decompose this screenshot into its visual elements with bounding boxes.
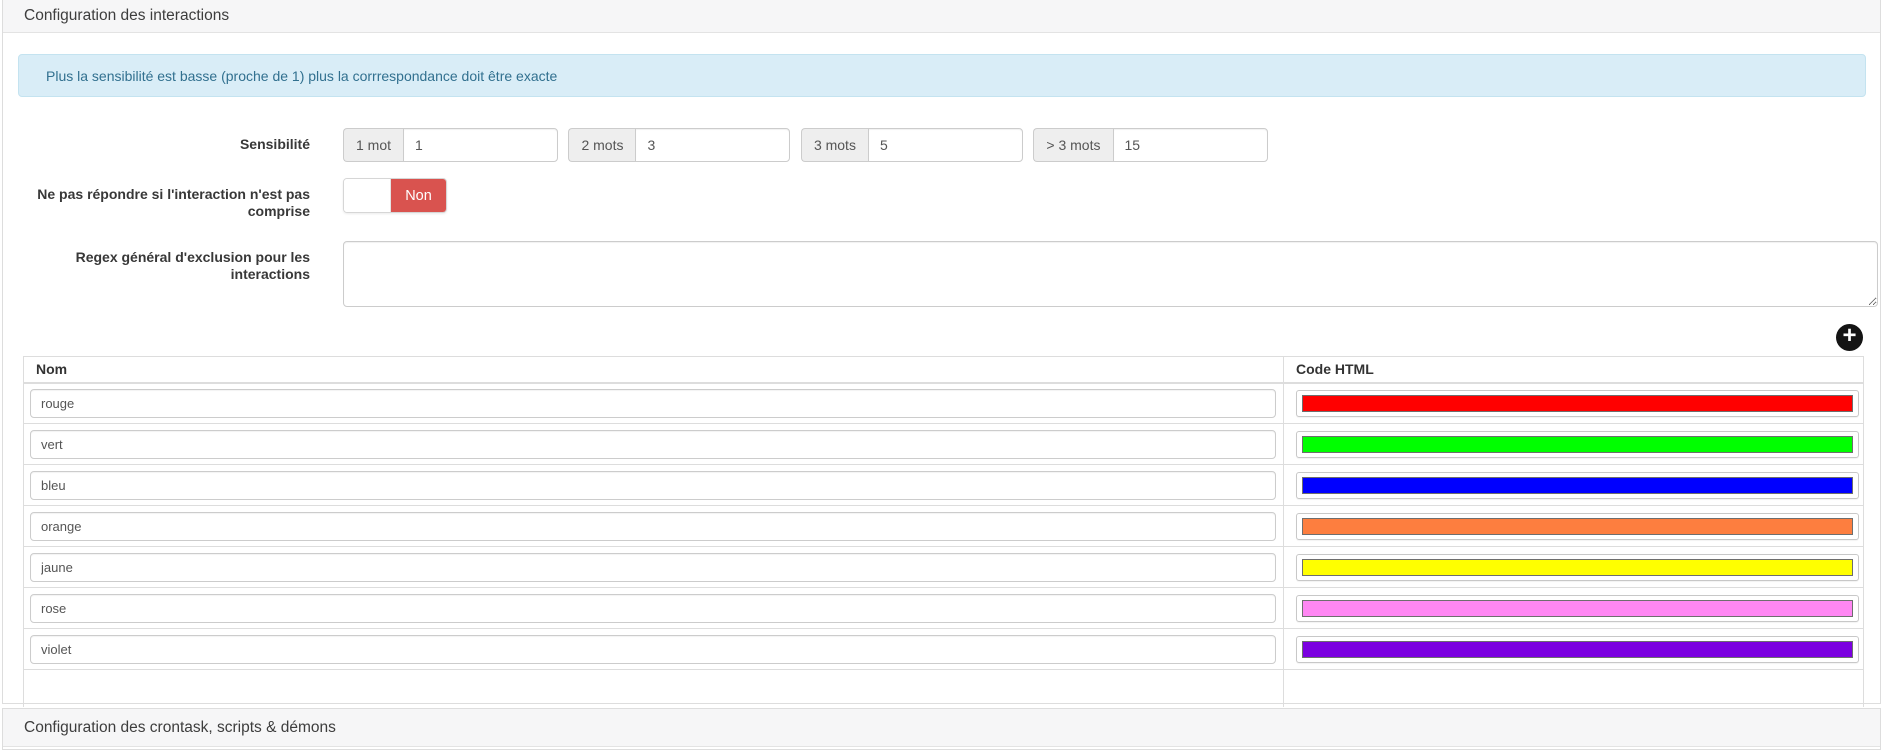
sensitivity-group-2words: 2 mots bbox=[568, 128, 790, 162]
no-reply-label: Ne pas répondre si l'interaction n'est p… bbox=[3, 178, 310, 220]
color-picker-input[interactable] bbox=[1296, 554, 1859, 581]
color-picker-input[interactable] bbox=[1296, 431, 1859, 458]
sensitivity-info-text: Plus la sensibilité est basse (proche de… bbox=[46, 68, 557, 84]
color-name-input[interactable] bbox=[30, 553, 1276, 582]
color-picker-input[interactable] bbox=[1296, 636, 1859, 663]
table-row bbox=[24, 465, 1864, 506]
table-row bbox=[24, 629, 1864, 670]
no-reply-toggle-handle bbox=[344, 179, 391, 212]
panel-crontask-title: Configuration des crontask, scripts & dé… bbox=[24, 719, 336, 737]
sensitivity-addon-2words: 2 mots bbox=[568, 128, 635, 162]
regex-textarea[interactable] bbox=[343, 241, 1878, 307]
sensitivity-input-more3words[interactable] bbox=[1113, 128, 1268, 162]
sensitivity-info-alert: Plus la sensibilité est basse (proche de… bbox=[18, 54, 1866, 97]
color-name-input[interactable] bbox=[30, 594, 1276, 623]
table-row bbox=[24, 506, 1864, 547]
no-reply-toggle-state: Non bbox=[391, 179, 446, 212]
color-name-input[interactable] bbox=[30, 635, 1276, 664]
panel-interactions-body: Plus la sensibilité est basse (proche de… bbox=[3, 33, 1880, 707]
color-swatch bbox=[1302, 641, 1853, 658]
regex-label: Regex général d'exclusion pour les inter… bbox=[3, 241, 310, 283]
color-picker-input[interactable] bbox=[1296, 513, 1859, 540]
panel-crontask-heading: Configuration des crontask, scripts & dé… bbox=[3, 709, 1880, 747]
table-row bbox=[24, 383, 1864, 424]
sensitivity-label: Sensibilité bbox=[3, 128, 310, 153]
color-swatch bbox=[1302, 559, 1853, 576]
no-reply-toggle[interactable]: Non bbox=[343, 178, 447, 213]
regex-controls bbox=[343, 241, 1880, 312]
panel-interactions: Configuration des interactions Plus la s… bbox=[2, 0, 1881, 704]
page: Configuration des interactions Plus la s… bbox=[0, 0, 1896, 750]
sensitivity-addon-more3words: > 3 mots bbox=[1033, 128, 1112, 162]
sensitivity-input-1word[interactable] bbox=[403, 128, 558, 162]
color-swatch bbox=[1302, 600, 1853, 617]
color-name-input[interactable] bbox=[30, 512, 1276, 541]
table-row bbox=[24, 424, 1864, 465]
color-swatch bbox=[1302, 395, 1853, 412]
colors-table-header-name: Nom bbox=[24, 357, 1284, 383]
color-picker-input[interactable] bbox=[1296, 390, 1859, 417]
color-name-input[interactable] bbox=[30, 389, 1276, 418]
color-swatch bbox=[1302, 518, 1853, 535]
color-swatch bbox=[1302, 477, 1853, 494]
sensitivity-controls: 1 mot 2 mots 3 mots > 3 mots bbox=[343, 128, 1880, 162]
panel-interactions-heading: Configuration des interactions bbox=[3, 0, 1880, 33]
sensitivity-input-2words[interactable] bbox=[635, 128, 790, 162]
table-row bbox=[24, 588, 1864, 629]
sensitivity-group-more3words: > 3 mots bbox=[1033, 128, 1267, 162]
colors-table: Nom Code HTML bbox=[23, 356, 1864, 707]
color-picker-input[interactable] bbox=[1296, 472, 1859, 499]
colors-table-header-row: Nom Code HTML bbox=[24, 357, 1864, 383]
color-name-input[interactable] bbox=[30, 471, 1276, 500]
no-reply-controls: Non bbox=[343, 178, 1880, 217]
sensitivity-group-3words: 3 mots bbox=[801, 128, 1023, 162]
add-color-button[interactable]: + bbox=[1836, 324, 1863, 351]
sensitivity-addon-3words: 3 mots bbox=[801, 128, 868, 162]
no-reply-row: Ne pas répondre si l'interaction n'est p… bbox=[3, 178, 1880, 220]
colors-table-header-code: Code HTML bbox=[1284, 357, 1864, 383]
table-row bbox=[24, 547, 1864, 588]
color-swatch bbox=[1302, 436, 1853, 453]
sensitivity-group-1word: 1 mot bbox=[343, 128, 558, 162]
sensitivity-addon-1word: 1 mot bbox=[343, 128, 403, 162]
regex-row: Regex général d'exclusion pour les inter… bbox=[3, 241, 1880, 312]
sensitivity-row: Sensibilité 1 mot 2 mots 3 mots bbox=[3, 128, 1880, 162]
color-name-input[interactable] bbox=[30, 430, 1276, 459]
sensitivity-input-3words[interactable] bbox=[868, 128, 1023, 162]
plus-circle-icon: + bbox=[1842, 324, 1856, 348]
panel-interactions-title: Configuration des interactions bbox=[24, 7, 229, 25]
panel-crontask: Configuration des crontask, scripts & dé… bbox=[2, 708, 1881, 750]
color-picker-input[interactable] bbox=[1296, 595, 1859, 622]
add-color-row: + bbox=[3, 324, 1880, 351]
table-row-empty bbox=[24, 670, 1864, 707]
